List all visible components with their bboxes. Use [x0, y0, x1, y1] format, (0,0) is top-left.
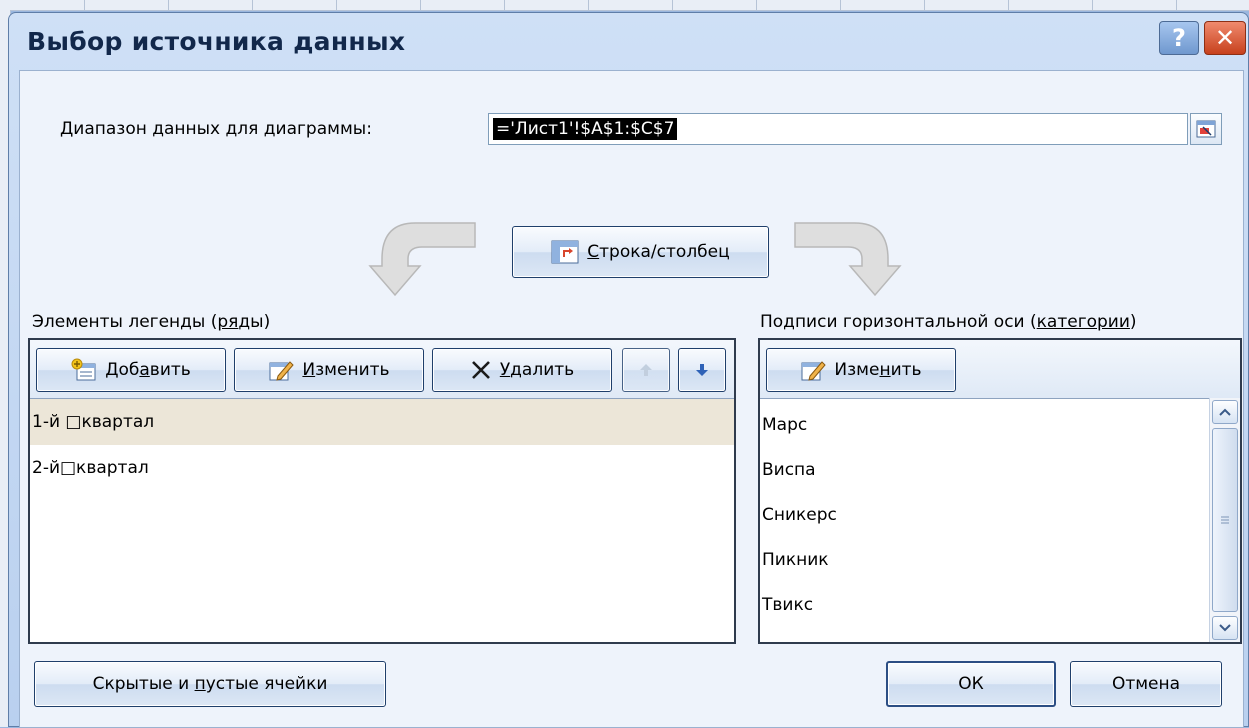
chevron-down-icon	[1219, 624, 1231, 632]
category-item[interactable]: Марс	[762, 402, 1206, 448]
delete-icon	[470, 359, 492, 381]
scroll-down-button[interactable]	[1212, 616, 1238, 640]
edit-axis-labels-button[interactable]: Изменить	[766, 348, 956, 392]
axis-section-title: Подписи горизонтальной оси (категории)	[760, 312, 1137, 332]
ok-button[interactable]: ОК	[886, 661, 1056, 707]
collapse-dialog-button[interactable]	[1190, 113, 1222, 145]
close-icon: ✕	[1214, 24, 1236, 52]
switch-row-column-icon	[551, 240, 579, 264]
help-icon: ?	[1172, 24, 1186, 52]
add-icon	[71, 358, 97, 382]
add-series-button[interactable]: Добавить	[36, 348, 226, 392]
range-value: ='Лист1'!$A$1:$C$7	[493, 118, 678, 140]
edit-icon	[268, 358, 295, 382]
category-item[interactable]: Виспа	[762, 447, 1206, 493]
grip-icon	[1221, 516, 1229, 524]
range-picker-icon	[1196, 120, 1216, 138]
category-scrollbar[interactable]	[1209, 398, 1240, 642]
edit-series-button[interactable]: Изменить	[234, 348, 424, 392]
axis-toolbar: Изменить	[760, 340, 1240, 399]
help-button[interactable]: ?	[1159, 21, 1199, 55]
switch-row-column-button[interactable]: Строка/столбец	[512, 226, 769, 278]
category-item[interactable]: Пикник	[762, 537, 1206, 583]
move-up-button[interactable]	[622, 348, 670, 392]
dialog-body: Диапазон данных для диаграммы: ='Лист1'!…	[19, 70, 1244, 728]
select-data-source-dialog: Выбор источника данных ? ✕ Диапазон данн…	[8, 12, 1249, 728]
legend-section-title: Элементы легенды (ряды)	[32, 312, 271, 332]
arrow-down-icon	[696, 364, 708, 376]
axis-labels-panel: Изменить Марс Виспа Сникерс Пикник Твикс	[758, 338, 1242, 644]
move-down-button[interactable]	[678, 348, 726, 392]
scroll-up-button[interactable]	[1212, 400, 1238, 424]
delete-series-button[interactable]: Удалить	[432, 348, 612, 392]
legend-series-panel: Добавить Изменить Удалить 1-й □квартал 2…	[28, 338, 736, 644]
category-item[interactable]: Твикс	[762, 582, 1206, 628]
range-label: Диапазон данных для диаграммы:	[60, 119, 372, 139]
arrow-up-icon	[640, 364, 652, 376]
category-item[interactable]: Сникерс	[762, 492, 1206, 538]
range-input[interactable]: ='Лист1'!$A$1:$C$7	[488, 113, 1188, 145]
hidden-empty-cells-button[interactable]: Скрытые и пустые ячейки	[34, 661, 386, 707]
legend-series-item[interactable]: 1-й □квартал	[30, 399, 734, 445]
dialog-title: Выбор источника данных	[27, 27, 406, 56]
sheet-column-headers	[0, 0, 1249, 11]
close-button[interactable]: ✕	[1204, 21, 1246, 55]
scroll-thumb[interactable]	[1212, 428, 1238, 612]
legend-series-item[interactable]: 2-й□квартал	[30, 445, 734, 491]
chevron-up-icon	[1219, 408, 1231, 416]
edit-icon	[800, 358, 827, 382]
cancel-button[interactable]: Отмена	[1070, 661, 1222, 707]
legend-toolbar: Добавить Изменить Удалить	[30, 340, 734, 399]
